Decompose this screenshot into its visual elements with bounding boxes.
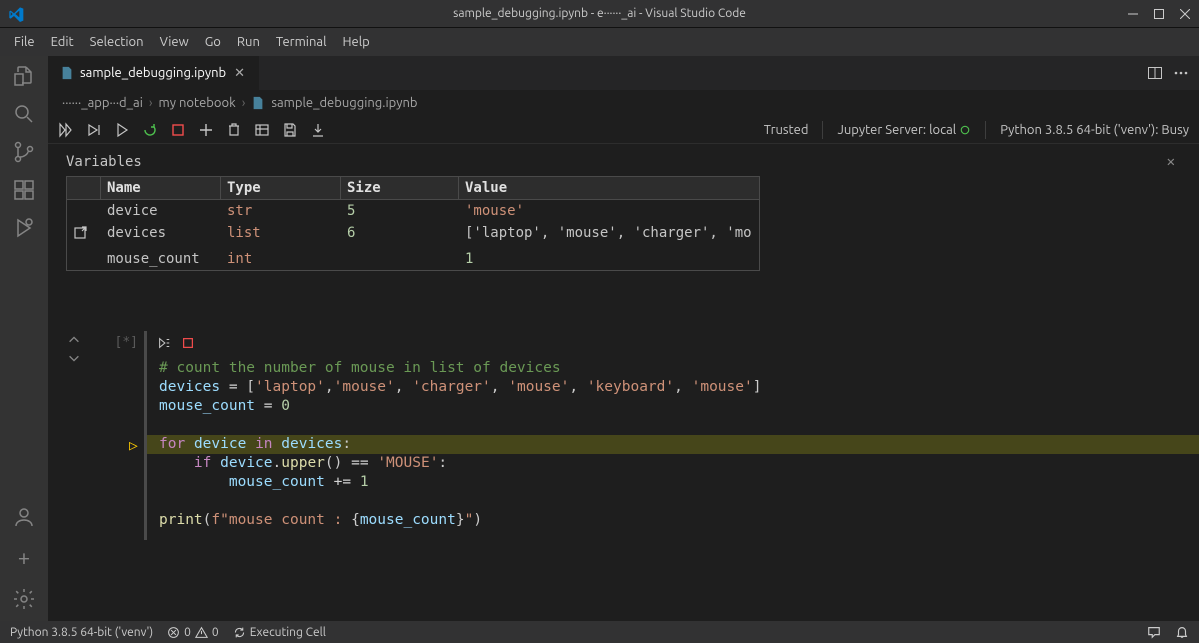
variable-row[interactable]: mouse_count int 1	[67, 248, 759, 270]
col-value[interactable]: Value	[459, 177, 759, 199]
cell-body[interactable]: # count the number of mouse in list of d…	[144, 331, 1199, 540]
cell-gutter	[48, 331, 100, 540]
execution-count: [*]	[100, 331, 144, 540]
chevron-right-icon: ›	[149, 96, 153, 110]
menu-help[interactable]: Help	[334, 31, 377, 53]
variables-table: Name Type Size Value device str 5 'mouse…	[66, 176, 760, 271]
notebook-file-icon	[251, 96, 265, 110]
extensions-icon[interactable]	[12, 178, 36, 202]
run-debug-icon[interactable]	[12, 216, 36, 240]
col-name[interactable]: Name	[101, 177, 221, 199]
menu-run[interactable]: Run	[229, 31, 268, 53]
status-executing[interactable]: Executing Cell	[233, 626, 326, 639]
menu-bar: File Edit Selection View Go Run Terminal…	[0, 28, 1199, 56]
code-editor[interactable]: # count the number of mouse in list of d…	[147, 353, 1199, 540]
split-editor-icon[interactable]	[1147, 65, 1163, 81]
add-cell-icon[interactable]	[198, 122, 214, 138]
tab-row: sample_debugging.ipynb ✕	[48, 56, 1199, 90]
expand-variable-icon[interactable]	[67, 222, 101, 248]
col-type[interactable]: Type	[221, 177, 341, 199]
menu-view[interactable]: View	[152, 31, 197, 53]
trusted-label[interactable]: Trusted	[764, 123, 809, 137]
tab-close-icon[interactable]: ✕	[232, 66, 247, 81]
window-title: sample_debugging.ipynb - e······_ai - Vi…	[453, 7, 746, 20]
export-icon[interactable]	[310, 122, 326, 138]
menu-edit[interactable]: Edit	[43, 31, 82, 53]
menu-terminal[interactable]: Terminal	[268, 31, 335, 53]
collapse-down-icon[interactable]	[67, 351, 81, 365]
cell-toolbar	[147, 331, 1199, 353]
status-python[interactable]: Python 3.8.5 64-bit ('venv')	[10, 626, 153, 639]
warning-icon	[195, 626, 208, 639]
breadcrumb[interactable]: ······_app···d_ai › my notebook › sample…	[48, 90, 1199, 116]
activity-bar: +	[0, 56, 48, 621]
minimize-button[interactable]	[1127, 8, 1139, 20]
variables-icon[interactable]	[254, 122, 270, 138]
variable-row[interactable]: devices list 6 ['laptop', 'mouse', 'char…	[67, 222, 759, 248]
search-icon[interactable]	[12, 102, 36, 126]
editor-area: sample_debugging.ipynb ✕ ······_app···d_…	[48, 56, 1199, 621]
add-cell-button[interactable]: +	[18, 543, 30, 573]
kernel-status-label[interactable]: Python 3.8.5 64-bit ('venv'): Busy	[1000, 123, 1189, 137]
breadcrumb-p1[interactable]: ······_app···d_ai	[62, 96, 143, 110]
tab-notebook[interactable]: sample_debugging.ipynb ✕	[48, 56, 260, 90]
status-problems[interactable]: 0 0	[167, 626, 219, 639]
run-all-icon[interactable]	[58, 122, 74, 138]
explorer-icon[interactable]	[12, 64, 36, 88]
jupyter-server-label[interactable]: Jupyter Server: local	[837, 123, 971, 137]
accounts-icon[interactable]	[12, 505, 36, 529]
vscode-logo-icon	[8, 6, 24, 22]
variable-row[interactable]: device str 5 'mouse'	[67, 200, 759, 222]
restart-kernel-icon[interactable]	[142, 122, 158, 138]
source-control-icon[interactable]	[12, 140, 36, 164]
settings-gear-icon[interactable]	[12, 587, 36, 611]
clear-outputs-icon[interactable]	[226, 122, 242, 138]
run-by-line-icon[interactable]	[157, 336, 171, 350]
stop-cell-icon[interactable]	[181, 336, 195, 350]
sync-icon	[233, 626, 246, 639]
chevron-right-icon: ›	[242, 96, 246, 110]
interrupt-kernel-icon[interactable]	[170, 122, 186, 138]
notebook-toolbar: Trusted Jupyter Server: local Python 3.8…	[48, 116, 1199, 144]
variables-panel: Variables ✕ Name Type Size Value device …	[48, 144, 1199, 271]
close-button[interactable]	[1179, 8, 1191, 20]
menu-file[interactable]: File	[6, 31, 43, 53]
more-actions-icon[interactable]	[1173, 65, 1189, 81]
variables-title: Variables	[66, 154, 142, 170]
error-icon	[167, 626, 180, 639]
col-size[interactable]: Size	[341, 177, 459, 199]
breadcrumb-p3[interactable]: sample_debugging.ipynb	[271, 96, 417, 110]
current-line-arrow-icon: ▷	[129, 437, 138, 456]
breadcrumb-p2[interactable]: my notebook	[159, 96, 236, 110]
notebook-cell: [*] # count the number of mouse in list …	[48, 327, 1199, 540]
collapse-up-icon[interactable]	[67, 333, 81, 347]
save-icon[interactable]	[282, 122, 298, 138]
status-bell-icon[interactable]	[1175, 625, 1189, 639]
status-bar: Python 3.8.5 64-bit ('venv') 0 0 Executi…	[0, 621, 1199, 643]
tab-label: sample_debugging.ipynb	[80, 66, 226, 80]
title-bar: sample_debugging.ipynb - e······_ai - Vi…	[0, 0, 1199, 28]
variables-close-icon[interactable]: ✕	[1167, 154, 1181, 170]
variables-header: Name Type Size Value	[67, 177, 759, 200]
menu-go[interactable]: Go	[197, 31, 229, 53]
run-above-icon[interactable]	[86, 122, 102, 138]
notebook-file-icon	[60, 66, 74, 80]
maximize-button[interactable]	[1153, 8, 1165, 20]
status-feedback-icon[interactable]	[1147, 625, 1161, 639]
run-cell-icon[interactable]	[114, 122, 130, 138]
menu-selection[interactable]: Selection	[82, 31, 152, 53]
